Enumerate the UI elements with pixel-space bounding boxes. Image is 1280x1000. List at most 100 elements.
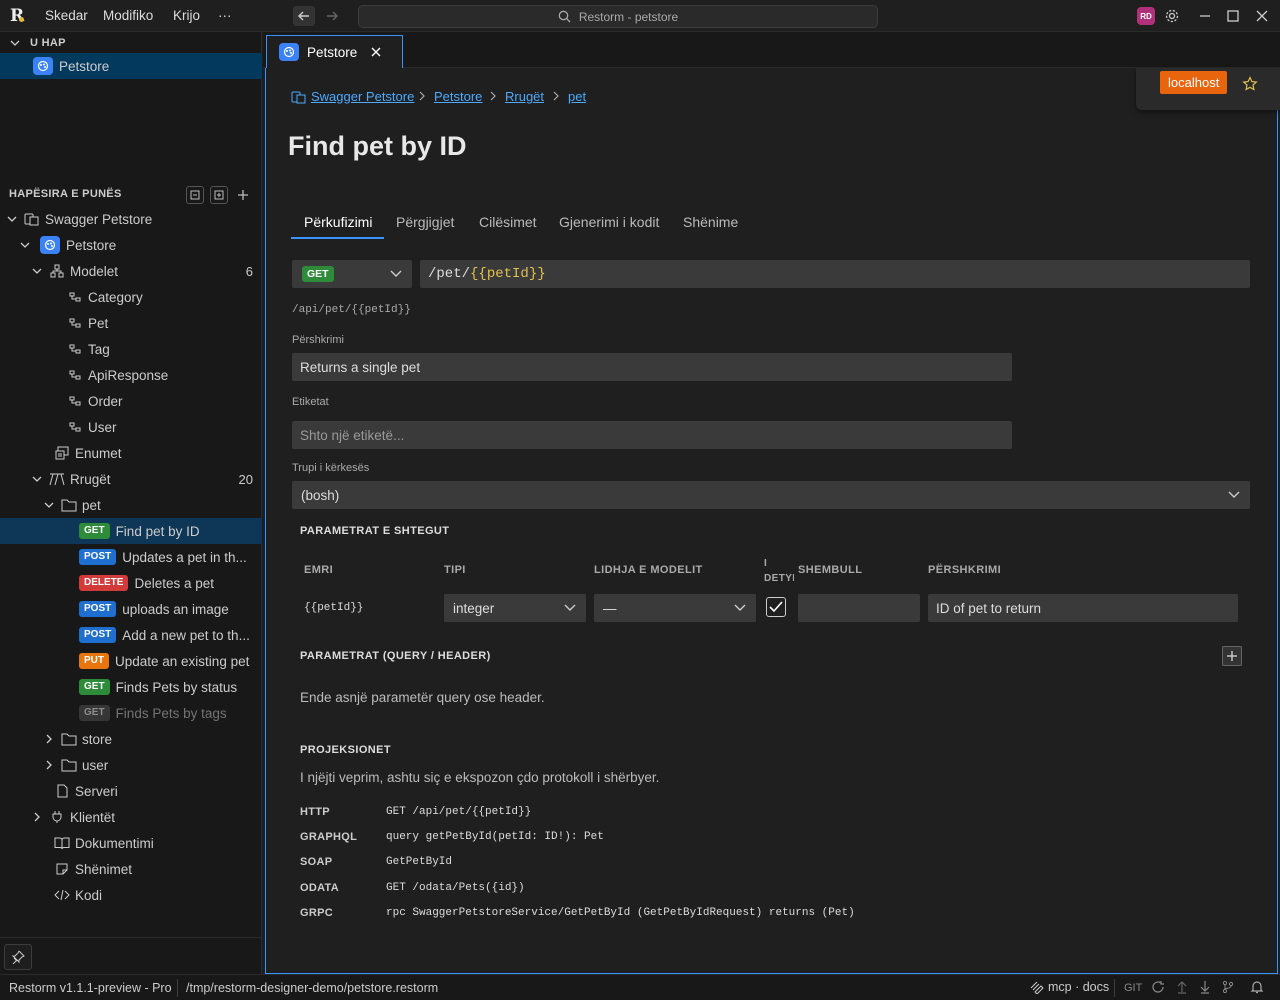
menu-more[interactable]: ···	[218, 8, 232, 23]
endpoint-item[interactable]: PUT Update an existing pet	[0, 648, 262, 674]
favorite-button[interactable]	[1242, 76, 1258, 92]
tab-codegen[interactable]: Gjenerimi i kodit	[559, 214, 659, 230]
model-icon	[66, 418, 84, 436]
active-tab-indicator	[291, 237, 384, 239]
breadcrumb-api[interactable]: Petstore	[434, 89, 482, 104]
forward-button[interactable]	[321, 6, 343, 26]
tree-model-item[interactable]: Category	[0, 284, 262, 310]
tree-routes[interactable]: Rrugët 20	[0, 466, 262, 492]
tree-enums[interactable]: Enumet	[0, 440, 262, 466]
add-param-button[interactable]	[1222, 646, 1242, 666]
back-button[interactable]	[293, 6, 315, 26]
breadcrumb-root[interactable]: Swagger Petstore	[291, 89, 414, 104]
tree-model-item[interactable]: User	[0, 414, 262, 440]
body-select[interactable]: (bosh)	[292, 481, 1250, 509]
tree-model-item[interactable]: Order	[0, 388, 262, 414]
chevron-down-icon	[1228, 491, 1240, 498]
tree-model-item[interactable]: Tag	[0, 336, 262, 362]
chevron-down-icon	[20, 242, 30, 248]
endpoint-item[interactable]: POST Updates a pet in th...	[0, 544, 262, 570]
chevron-down-icon	[44, 502, 54, 508]
tree-folder-user[interactable]: user	[0, 752, 262, 778]
chevron-right-icon	[46, 734, 52, 744]
maximize-icon	[1227, 10, 1239, 22]
swagger-icon	[23, 210, 41, 228]
tree-folder-store[interactable]: store	[0, 726, 262, 752]
url-input[interactable]: /pet/{{petId}}	[420, 260, 1250, 288]
open-editor-petstore[interactable]: Petstore	[0, 53, 262, 79]
endpoint-item[interactable]: POST Add a new pet to th...	[0, 622, 262, 648]
file-path[interactable]: /tmp/restorm-designer-demo/petstore.rest…	[186, 981, 438, 995]
param-type-value: integer	[453, 600, 495, 616]
tab-responses[interactable]: Përgjigjet	[396, 214, 454, 230]
endpoint-item[interactable]: POST uploads an image	[0, 596, 262, 622]
tree-api[interactable]: Petstore	[0, 232, 262, 258]
description-field[interactable]: Returns a single pet	[292, 353, 1012, 381]
minimize-button[interactable]	[1196, 7, 1214, 25]
breadcrumb-separator	[552, 91, 560, 101]
tree-enums-label: Enumet	[75, 445, 122, 461]
tab-close-button[interactable]	[371, 47, 381, 57]
note-icon	[53, 860, 71, 878]
tree-docs[interactable]: Dokumentimi	[0, 830, 262, 856]
api-icon	[279, 43, 299, 61]
close-window-button[interactable]	[1253, 7, 1271, 25]
add-button[interactable]	[234, 186, 252, 204]
tags-input[interactable]: Shto një etiketë...	[292, 421, 1012, 449]
endpoint-item-disabled[interactable]: GET Finds Pets by tags	[0, 700, 262, 726]
tree-models[interactable]: Modelet 6	[0, 258, 262, 284]
tree-servers[interactable]: Serveri	[0, 778, 262, 804]
menu-edit[interactable]: Modifiko	[103, 8, 153, 23]
endpoint-item[interactable]: GET Finds Pets by status	[0, 674, 262, 700]
tree-code[interactable]: Kodi	[0, 882, 262, 908]
param-required-checkbox[interactable]	[766, 597, 786, 617]
model-icon	[66, 392, 84, 410]
tree-root[interactable]: Swagger Petstore	[0, 206, 262, 232]
tree-notes[interactable]: Shënimet	[0, 856, 262, 882]
api-icon	[40, 236, 60, 254]
git-push-button[interactable]	[1175, 980, 1189, 994]
param-description-input[interactable]: ID of pet to return	[928, 594, 1238, 622]
tab-definition[interactable]: Përkufizimi	[304, 214, 372, 230]
new-folder-button[interactable]	[210, 186, 228, 204]
command-search[interactable]: Restorm - petstore	[358, 5, 878, 28]
tree-model-item[interactable]: ApiResponse	[0, 362, 262, 388]
settings-button[interactable]	[1163, 7, 1181, 25]
tree-clients[interactable]: Klientët	[0, 804, 262, 830]
menu-file[interactable]: Skedar	[45, 8, 88, 23]
tab-petstore[interactable]: Petstore	[266, 35, 403, 68]
notifications-button[interactable]	[1250, 980, 1264, 994]
method-badge: POST	[79, 601, 117, 617]
param-type-select[interactable]: integer	[444, 594, 586, 622]
git-refresh-button[interactable]	[1151, 980, 1165, 994]
tree-code-label: Kodi	[75, 887, 103, 903]
tree-folder-pet[interactable]: pet	[0, 492, 262, 518]
breadcrumb-routes[interactable]: Rrugët	[505, 89, 544, 104]
projection-value: rpc SwaggerPetstoreService/GetPetById (G…	[386, 907, 855, 919]
param-name: {{petId}}	[304, 602, 364, 614]
param-example-input[interactable]	[798, 594, 920, 622]
maximize-button[interactable]	[1224, 7, 1242, 25]
endpoint-item[interactable]: DELETE Deletes a pet	[0, 570, 262, 596]
tab-settings[interactable]: Cilësimet	[479, 214, 537, 230]
menu-create[interactable]: Krijo	[173, 8, 200, 23]
model-icon	[66, 314, 84, 332]
server-selector[interactable]: localhost	[1160, 71, 1228, 94]
param-model-select[interactable]: —	[594, 594, 756, 622]
chevron-right-icon	[34, 812, 40, 822]
method-select[interactable]: GET	[292, 260, 412, 288]
git-pull-button[interactable]	[1198, 980, 1212, 994]
endpoint-item[interactable]: GET Find pet by ID	[0, 518, 262, 544]
tree-model-item[interactable]: Pet	[0, 310, 262, 336]
tab-notes[interactable]: Shënime	[683, 214, 738, 230]
collapse-all-button[interactable]	[186, 186, 204, 204]
avatar[interactable]: RD	[1137, 7, 1155, 25]
body-value: (bosh)	[301, 487, 340, 503]
open-editors-header[interactable]: U HAP	[0, 32, 262, 54]
pin-button[interactable]	[4, 944, 32, 970]
projections-subtitle: I njëjti veprim, ashtu siç e ekspozon çd…	[300, 770, 660, 785]
breadcrumb-folder[interactable]: pet	[568, 89, 586, 104]
pin-icon	[11, 950, 25, 964]
mcp-status[interactable]: mcp · docs	[1030, 980, 1109, 994]
git-branch-button[interactable]	[1221, 980, 1235, 994]
